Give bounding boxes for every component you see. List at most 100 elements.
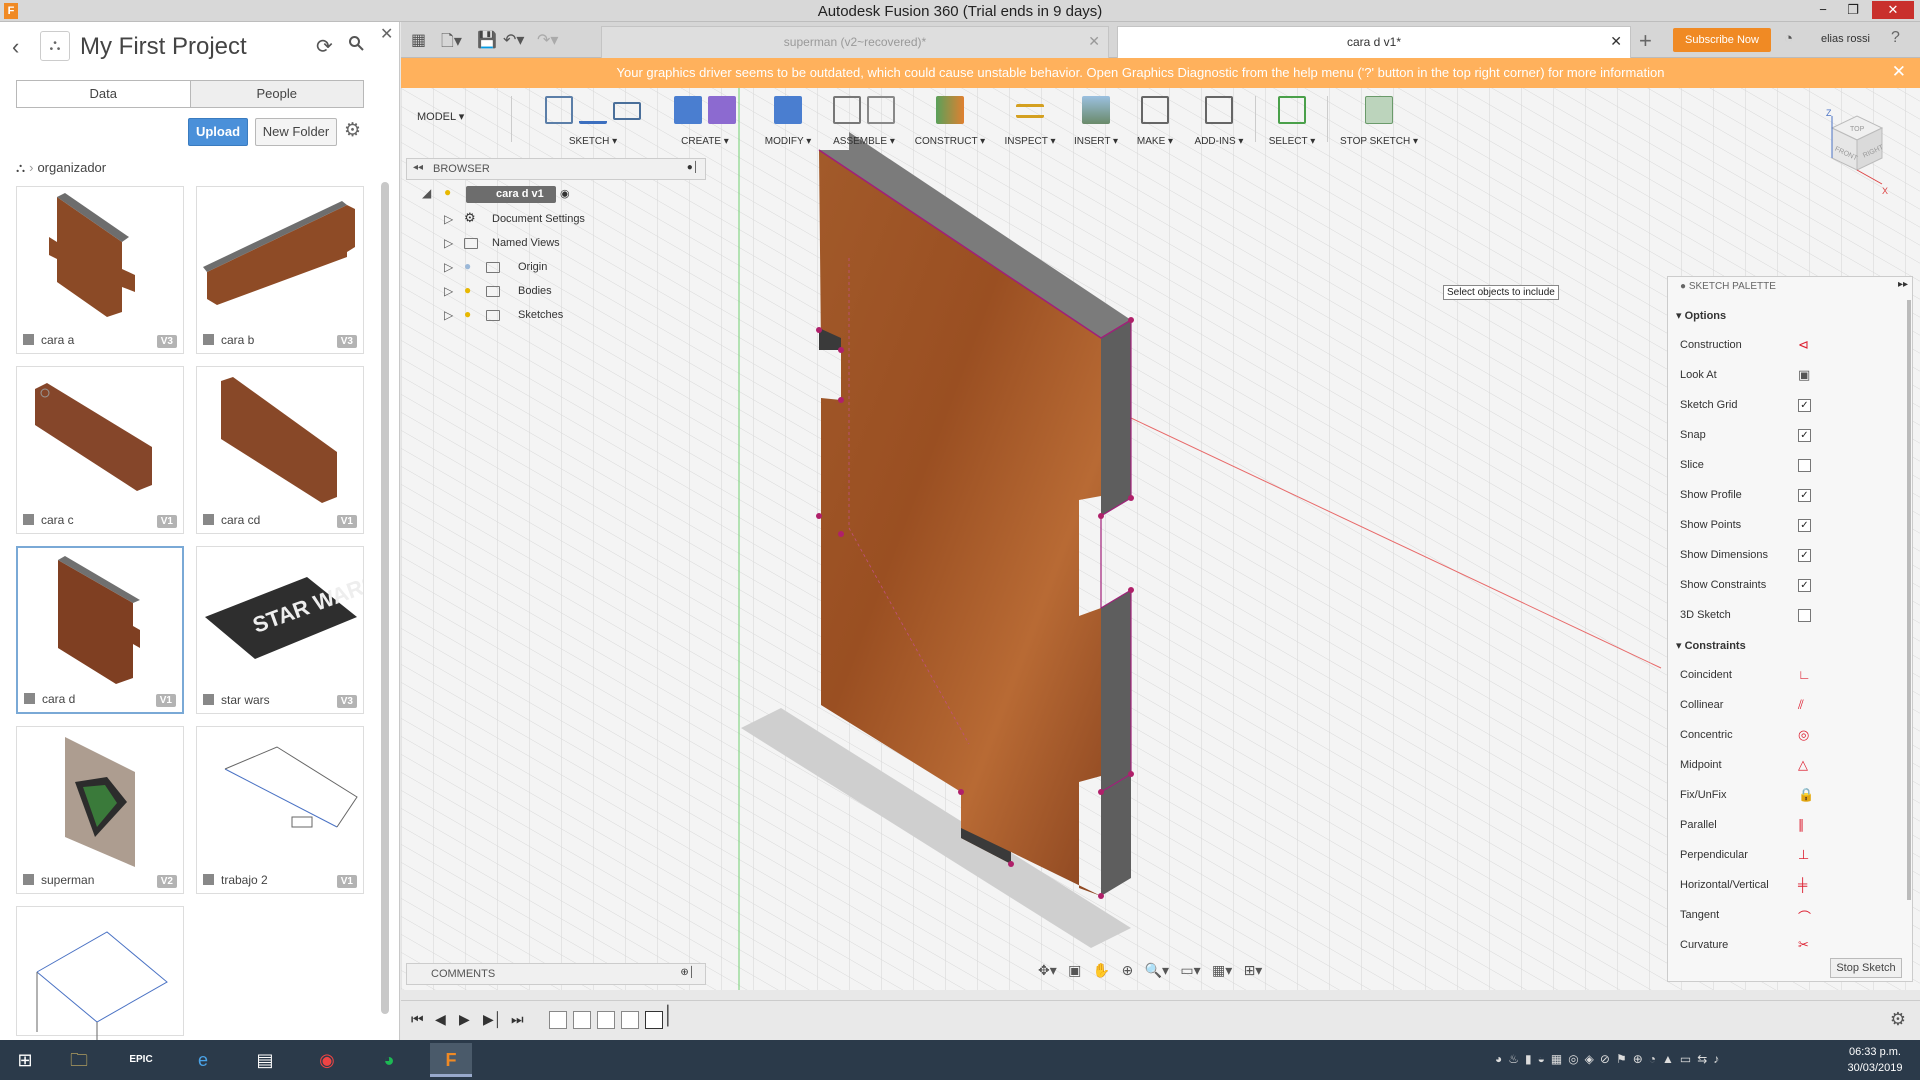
doc-tab-cara-d[interactable]: cara d v1* ✕ [1117, 26, 1631, 58]
3d-print-icon[interactable] [1141, 96, 1169, 124]
settings-gear-icon[interactable]: ⚙ [344, 119, 361, 142]
measure-icon[interactable] [1016, 104, 1044, 118]
app-grid-icon[interactable]: ▦ [411, 30, 426, 50]
doc-tab-superman[interactable]: superman (v2~recovered)* ✕ [601, 26, 1109, 58]
new-folder-button[interactable]: New Folder [255, 118, 337, 146]
save-icon[interactable]: 💾 [477, 30, 497, 50]
snap-checkbox[interactable]: ✓ [1798, 429, 1811, 442]
visibility-bulb-icon[interactable]: ● [464, 307, 471, 321]
redo-icon[interactable]: ↷▾ [537, 30, 558, 50]
timeline-marker[interactable]: │ [663, 1005, 674, 1026]
look-at-nav-icon[interactable]: ▣ [1068, 962, 1081, 979]
browser-panel-header[interactable]: ◂◂ BROWSER ●│ [406, 158, 706, 180]
expand-arrow-icon[interactable]: ▷ [444, 236, 453, 250]
toolbar-group-create[interactable]: CREATE ▾ [665, 92, 745, 150]
system-tray[interactable]: ◕♨▮◒▦◎◈⊘⚑⊕◔▲▭⇆♪ [1495, 1052, 1725, 1066]
line-icon[interactable] [579, 96, 607, 124]
collapse-browser-icon[interactable]: ◂◂ [413, 162, 423, 173]
3d-sketch-checkbox[interactable] [1798, 609, 1811, 622]
scripts-icon[interactable] [1205, 96, 1233, 124]
horizontal-vertical-icon[interactable]: ╪ [1798, 877, 1807, 892]
tree-row-root[interactable]: ◢ ● ◉ [420, 184, 720, 204]
midpoint-icon[interactable]: △ [1798, 757, 1808, 773]
back-arrow-icon[interactable]: ‹ [12, 34, 19, 60]
visibility-bulb-icon[interactable]: ● [444, 185, 451, 199]
expand-arrow-icon[interactable]: ▷ [444, 260, 453, 274]
tree-row-origin[interactable]: ▷ ● Origin [420, 258, 720, 278]
option-look-at[interactable]: Look At ▣ [1680, 367, 1900, 389]
design-item-cara-a[interactable]: cara a V3 [16, 186, 184, 354]
option-show-dimensions[interactable]: Show Dimensions ✓ [1680, 549, 1900, 569]
close-warning-icon[interactable]: ✕ [1892, 62, 1906, 82]
timeline-sketch-feature[interactable] [597, 1011, 615, 1029]
lock-icon[interactable]: 🔒 [1798, 787, 1814, 803]
go-to-end-icon[interactable]: ⏭ [511, 1011, 524, 1028]
minimize-button[interactable]: − [1810, 1, 1836, 19]
stop-sketch-icon[interactable] [1365, 96, 1393, 124]
design-item-cara-b[interactable]: cara b V3 [196, 186, 364, 354]
data-panel-scrollbar[interactable] [381, 182, 389, 1014]
constraints-section-header[interactable]: ▾ Constraints [1676, 639, 1746, 652]
help-icon[interactable]: ? [1891, 29, 1900, 47]
tree-row-sketches[interactable]: ▷ ● Sketches [420, 306, 720, 326]
play-icon[interactable]: ▶ [459, 1011, 470, 1028]
option-construction[interactable]: Construction ⊲ [1680, 337, 1900, 359]
parallel-icon[interactable]: ∥ [1798, 817, 1805, 833]
show-points-checkbox[interactable]: ✓ [1798, 519, 1811, 532]
start-windows-icon[interactable]: ⊞ [4, 1043, 46, 1077]
constraint-concentric[interactable]: Concentric ◎ [1680, 727, 1900, 749]
timeline-sketch-feature[interactable] [573, 1011, 591, 1029]
timeline-sketch-feature[interactable] [549, 1011, 567, 1029]
tangent-icon[interactable]: ⌒ [1798, 907, 1811, 926]
collinear-icon[interactable]: ⫽ [1798, 697, 1804, 713]
file-explorer-icon[interactable]: 🗀 [58, 1043, 100, 1077]
search-icon[interactable] [348, 35, 364, 56]
activate-radio-icon[interactable]: ◉ [560, 187, 570, 200]
option-snap[interactable]: Snap ✓ [1680, 429, 1900, 449]
taskbar-clock[interactable]: 06:33 p.m. 30/03/2019 [1840, 1044, 1910, 1076]
joint-icon[interactable] [867, 96, 895, 124]
close-window-button[interactable]: ✕ [1872, 1, 1914, 19]
display-settings-icon[interactable]: ▭▾ [1180, 962, 1200, 979]
view-cube[interactable]: TOP FRONT RIGHT Z X [1812, 108, 1892, 198]
constraint-horizontal-vertical[interactable]: Horizontal/Vertical ╪ [1680, 877, 1900, 899]
option-3d-sketch[interactable]: 3D Sketch [1680, 609, 1900, 629]
pan-icon[interactable]: ✋ [1093, 962, 1110, 979]
step-forward-icon[interactable]: ▶│ [483, 1011, 503, 1028]
option-show-profile[interactable]: Show Profile ✓ [1680, 489, 1900, 509]
close-tab-icon[interactable]: ✕ [1088, 33, 1100, 50]
comments-bar[interactable]: COMMENTS ⊕│ [406, 963, 706, 985]
collapse-arrow-icon[interactable]: ◢ [422, 186, 431, 200]
constraint-midpoint[interactable]: Midpoint △ [1680, 757, 1900, 779]
tab-people[interactable]: People [189, 81, 363, 107]
visibility-bulb-icon[interactable]: ● [464, 259, 471, 273]
design-item-star-wars[interactable]: STAR WARS star wars V3 [196, 546, 364, 714]
toolbar-group-sketch[interactable]: SKETCH ▾ [527, 92, 659, 150]
zoom-icon[interactable]: ⊕ [1121, 962, 1133, 979]
tree-row-document-settings[interactable]: ▷ ⚙ Document Settings [420, 210, 720, 230]
design-item-cara-c[interactable]: cara c V1 [16, 366, 184, 534]
refresh-icon[interactable]: ⟳ [316, 34, 333, 59]
maximize-button[interactable]: ❐ [1840, 1, 1866, 19]
design-item-cara-d[interactable]: cara d V1 [16, 546, 184, 714]
new-component-icon[interactable] [833, 96, 861, 124]
browser-pin-icon[interactable]: ●│ [687, 162, 699, 173]
breadcrumb-folder[interactable]: organizador [37, 160, 106, 175]
spotify-icon[interactable]: ◕ [368, 1043, 410, 1077]
constraint-coincident[interactable]: Coincident ∟ [1680, 667, 1900, 689]
extrude-icon[interactable] [674, 96, 702, 124]
concentric-icon[interactable]: ◎ [1798, 727, 1809, 743]
toolbar-group-select[interactable]: SELECT ▾ [1261, 92, 1323, 150]
toolbar-group-add-ins[interactable]: ADD-INS ▾ [1187, 92, 1251, 150]
design-item-cara-cd[interactable]: cara cd V1 [196, 366, 364, 534]
option-show-points[interactable]: Show Points ✓ [1680, 519, 1900, 539]
slice-checkbox[interactable] [1798, 459, 1811, 472]
toolbar-group-construct[interactable]: CONSTRUCT ▾ [907, 92, 993, 150]
perpendicular-icon[interactable]: ⊥ [1798, 847, 1809, 863]
tab-data[interactable]: Data [17, 81, 190, 107]
show-constraints-checkbox[interactable]: ✓ [1798, 579, 1811, 592]
close-panel-icon[interactable]: ✕ [380, 24, 393, 44]
select-icon[interactable] [1278, 96, 1306, 124]
go-to-start-icon[interactable]: ⏮ [411, 1011, 424, 1028]
palette-scrollbar[interactable] [1907, 300, 1911, 900]
